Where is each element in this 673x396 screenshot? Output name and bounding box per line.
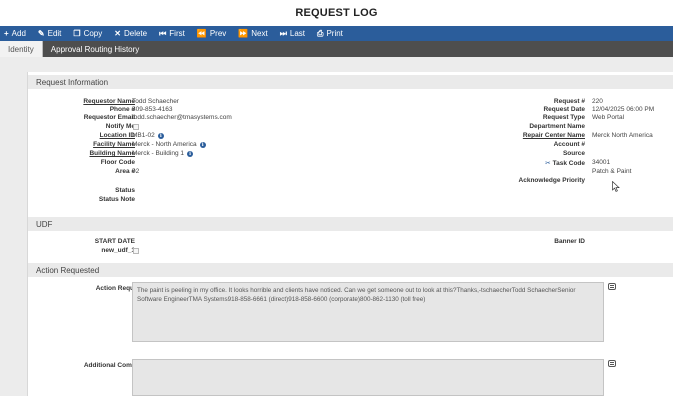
prev-label: Prev — [209, 29, 227, 38]
tab-identity[interactable]: Identity — [0, 41, 43, 57]
status-note-label: Status Note — [98, 196, 135, 203]
notes-icon[interactable] — [608, 360, 616, 367]
first-button[interactable]: ⏮ First — [159, 29, 185, 39]
area-value: 02 — [132, 168, 140, 175]
tab-bar: Identity Approval Routing History — [0, 41, 673, 57]
next-icon: ⏩ — [238, 29, 249, 38]
section-udf: UDF — [28, 217, 673, 231]
page-title: REQUEST LOG — [295, 7, 378, 19]
print-icon: ⎙ — [317, 28, 324, 38]
info-icon[interactable]: i — [199, 141, 206, 148]
building-name-value: Merck - Building 1 — [132, 150, 185, 157]
last-button[interactable]: ⏭ Last — [280, 29, 305, 39]
location-id-label[interactable]: Location ID — [100, 132, 135, 139]
request-type-label: Request Type — [542, 114, 585, 121]
requestor-name-value: Todd Schaecher — [132, 98, 179, 105]
source-label: Source — [562, 150, 585, 157]
acknowledge-priority-label: Acknowledge Priority — [518, 177, 585, 184]
requestor-name-label[interactable]: Requestor Name — [83, 98, 135, 105]
delete-button[interactable]: ✕ Delete — [114, 29, 147, 38]
edit-button[interactable]: ✎ Edit — [38, 29, 62, 38]
prev-button[interactable]: ⏪ Prev — [197, 29, 226, 38]
prev-icon: ⏪ — [196, 29, 207, 38]
plus-icon: + — [4, 29, 9, 38]
request-type-value: Web Portal — [592, 114, 625, 121]
add-label: Add — [11, 29, 26, 38]
new-udf-1-checkbox[interactable] — [133, 248, 139, 254]
first-icon: ⏮ — [159, 28, 167, 38]
notify-me-checkbox[interactable] — [133, 124, 139, 130]
task-code-label: ✂ Task Code — [545, 159, 585, 167]
last-icon: ⏭ — [279, 28, 287, 38]
tab-approval-routing-history[interactable]: Approval Routing History — [43, 41, 147, 57]
request-number-value: 220 — [592, 98, 603, 105]
task-code-label-text: Task Code — [552, 160, 585, 167]
notify-me-label: Notify Me — [105, 123, 135, 130]
request-date-label: Request Date — [543, 106, 585, 113]
copy-button[interactable]: ❐ Copy — [73, 29, 102, 38]
building-name-label[interactable]: Building Name — [89, 150, 135, 157]
repair-center-value: Merck North America — [592, 132, 653, 139]
location-id-value: MB1-02 — [132, 132, 155, 139]
toolbar: + Add ✎ Edit ❐ Copy ✕ Delete ⏮ First ⏪ Prev ⏩ N… — [0, 26, 673, 41]
info-icon[interactable]: i — [157, 132, 164, 139]
task-code-icon[interactable]: ✂ — [545, 160, 550, 167]
last-label: Last — [289, 29, 306, 38]
repair-center-name-label[interactable]: Repair Center Name — [523, 132, 585, 139]
status-label: Status — [115, 187, 135, 194]
task-code-value: 34001 — [592, 159, 611, 166]
section-action-requested: Action Requested — [28, 263, 673, 277]
phone-value: 309-853-4163 — [132, 106, 173, 113]
location-id-field: MB1-02 i — [132, 132, 164, 139]
edit-label: Edit — [47, 29, 62, 38]
department-name-label: Department Name — [529, 123, 585, 130]
requestor-email-value: todd.schaecher@tmasystems.com — [132, 114, 232, 121]
start-date-label: START DATE — [94, 238, 135, 245]
facility-name-value: Merck - North America — [132, 141, 197, 148]
request-date-value: 12/04/2025 06:00 PM — [592, 106, 655, 113]
form-panel: Request Information Requestor Name Phone… — [27, 72, 673, 396]
building-name-field: Merck - Building 1i — [132, 150, 194, 157]
add-button[interactable]: + Add — [4, 29, 26, 38]
delete-label: Delete — [123, 29, 148, 38]
banner-id-label: Banner ID — [554, 238, 585, 245]
pencil-icon: ✎ — [37, 29, 45, 38]
new-udf-1-label: new_udf_1 — [101, 247, 135, 254]
section-request-information: Request Information — [28, 75, 673, 89]
print-label: Print — [326, 29, 343, 38]
floor-code-label: Floor Code — [100, 159, 135, 166]
print-button[interactable]: ⎙ Print — [317, 29, 343, 39]
additional-comments-textarea[interactable] — [132, 359, 604, 396]
facility-name-field: Merck - North America i — [132, 141, 206, 148]
requestor-email-label: Requestor Email — [83, 114, 135, 121]
notes-icon[interactable] — [608, 283, 616, 290]
request-number-label: Request # — [553, 98, 585, 105]
facility-name-label[interactable]: Facility Name — [93, 141, 135, 148]
account-label: Account # — [553, 141, 585, 148]
mouse-cursor-icon — [612, 181, 620, 192]
next-button[interactable]: ⏩ Next — [238, 29, 267, 38]
next-label: Next — [251, 29, 268, 38]
content-area: Request Information Requestor Name Phone… — [0, 57, 673, 396]
copy-label: Copy — [83, 29, 103, 38]
action-requested-textarea[interactable]: The paint is peeling in my office. It lo… — [132, 282, 604, 342]
delete-icon: ✕ — [114, 29, 121, 38]
copy-icon: ❐ — [73, 29, 81, 38]
first-label: First — [169, 29, 185, 38]
task-description-value: Patch & Paint — [592, 168, 632, 175]
info-icon[interactable]: i — [187, 150, 194, 157]
